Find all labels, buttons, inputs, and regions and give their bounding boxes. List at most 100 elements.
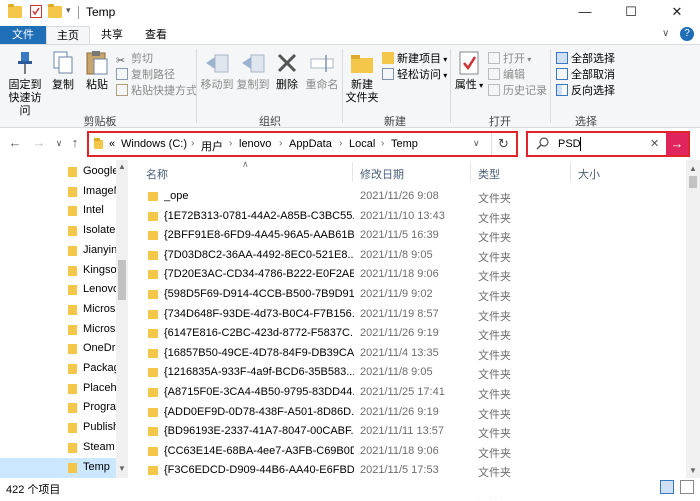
table-row[interactable]: {7D03D8C2-36AA-4492-8EC0-521E8... 2021/11…: [130, 246, 680, 266]
cut-button[interactable]: ✂ 剪切: [116, 51, 153, 67]
breadcrumb-chevron-icon[interactable]: ›: [381, 138, 384, 149]
table-row[interactable]: {CC63E14E-68BA-4ee7-A3FB-C69B0D... 2021/1…: [130, 442, 680, 462]
breadcrumb-users[interactable]: 用户: [201, 138, 223, 154]
properties-button[interactable]: 属性 ▾: [454, 49, 484, 92]
table-row[interactable]: {ADD0EF9D-0D78-438F-A501-8D86D... 2021/11…: [130, 403, 680, 423]
close-button[interactable]: ✕: [654, 0, 700, 26]
tab-view[interactable]: 查看: [134, 26, 178, 44]
select-none-button[interactable]: 全部取消: [556, 67, 615, 83]
nav-item[interactable]: Intel: [83, 204, 117, 216]
nav-item[interactable]: Packag: [83, 362, 117, 374]
new-item-button[interactable]: 新建项目 ▾: [382, 51, 447, 67]
search-go-button[interactable]: →: [666, 133, 688, 155]
table-row[interactable]: {BD96193E-2337-41A7-8047-00CABF... 2021/1…: [130, 422, 680, 442]
easy-access-button[interactable]: 轻松访问 ▾: [382, 67, 447, 83]
nav-item[interactable]: Isolate: [83, 224, 117, 236]
paste-shortcut-button[interactable]: 粘贴快捷方式: [116, 83, 197, 99]
history-button[interactable]: 历史记录: [488, 83, 547, 99]
maximize-button[interactable]: ☐: [608, 0, 654, 26]
column-separator[interactable]: [352, 162, 353, 182]
address-bar[interactable]: « Windows (C:) › 用户 › lenovo › AppData ›…: [87, 131, 518, 157]
back-button[interactable]: ←: [6, 134, 24, 152]
search-input[interactable]: PSD: [558, 138, 581, 150]
search-box[interactable]: PSD ✕ →: [526, 131, 690, 157]
table-row[interactable]: {6147E816-C2BC-423d-8772-F5837C... 2021/1…: [130, 324, 680, 344]
nav-item[interactable]: Steam: [83, 441, 117, 453]
tab-share[interactable]: 共享: [90, 26, 134, 44]
nav-item[interactable]: Publish: [83, 421, 117, 433]
new-folder-button[interactable]: 新建 文件夹: [344, 49, 380, 105]
paste-button[interactable]: 粘贴: [82, 49, 112, 92]
nav-item[interactable]: OneDri: [83, 342, 117, 354]
pin-quick-access-button[interactable]: 固定到 快速访问: [4, 49, 46, 118]
breadcrumb-chevron-icon[interactable]: ›: [339, 138, 342, 149]
edit-button[interactable]: 编辑: [488, 67, 525, 83]
breadcrumb-windows-c[interactable]: Windows (C:): [121, 138, 187, 150]
breadcrumb-lenovo[interactable]: lenovo: [239, 138, 271, 150]
column-header-modified[interactable]: 修改日期: [360, 166, 404, 182]
column-header-size[interactable]: 大小: [578, 166, 600, 182]
scroll-up-icon[interactable]: ▲: [118, 162, 126, 171]
rename-button[interactable]: 重命名: [304, 49, 340, 92]
file-list-scroll-thumb[interactable]: [689, 176, 697, 188]
file-list-scrollbar[interactable]: ▲ ▼: [686, 160, 700, 478]
scroll-up-icon[interactable]: ▲: [689, 164, 697, 173]
minimize-button[interactable]: —: [562, 0, 608, 26]
nav-item[interactable]: Lenovo: [83, 283, 117, 295]
copy-to-button[interactable]: 复制到: [236, 49, 270, 92]
refresh-icon[interactable]: ↻: [498, 136, 509, 152]
breadcrumb-chevron-icon[interactable]: ›: [279, 138, 282, 149]
scroll-down-icon[interactable]: ▼: [689, 466, 697, 475]
table-row[interactable]: _ope 2021/11/26 9:08 文件夹: [130, 187, 680, 207]
nav-item[interactable]: Kingso: [83, 264, 117, 276]
properties-quick-icon[interactable]: [30, 5, 42, 18]
select-all-button[interactable]: 全部选择: [556, 51, 615, 67]
copy-button[interactable]: 复制: [48, 49, 78, 92]
open-button[interactable]: 打开 ▾: [488, 51, 531, 67]
column-header-name[interactable]: 名称: [146, 166, 168, 182]
search-clear-button[interactable]: ✕: [650, 137, 659, 150]
table-row[interactable]: {16857B50-49CE-4D78-84F9-DB39CA... 2021/1…: [130, 344, 680, 364]
nav-scroll-thumb[interactable]: [118, 260, 126, 300]
table-row[interactable]: {A8715F0E-3CA4-4B50-9795-83DD44... 2021/1…: [130, 383, 680, 403]
column-separator[interactable]: [470, 162, 471, 182]
breadcrumb-chevron-icon[interactable]: ›: [191, 138, 194, 149]
nav-item[interactable]: ImageN: [83, 185, 117, 197]
nav-item[interactable]: Micros: [83, 323, 117, 335]
collapse-ribbon-icon[interactable]: ∨: [662, 28, 669, 39]
breadcrumb-overflow[interactable]: «: [109, 138, 115, 150]
nav-scrollbar[interactable]: ▲ ▼: [116, 160, 128, 478]
large-icons-view-icon[interactable]: [680, 480, 694, 494]
details-view-icon[interactable]: [660, 480, 674, 494]
nav-item[interactable]: Placeh: [83, 382, 117, 394]
up-button[interactable]: ↑: [66, 134, 84, 152]
breadcrumb-appdata[interactable]: AppData: [289, 138, 332, 150]
breadcrumb-chevron-icon[interactable]: ›: [229, 138, 232, 149]
table-row[interactable]: {734D648F-93DE-4d73-B0C4-F7B156... 2021/1…: [130, 305, 680, 325]
scroll-down-icon[interactable]: ▼: [118, 464, 126, 473]
quick-access-dropdown-icon[interactable]: ▾: [66, 5, 71, 16]
tab-file[interactable]: 文件: [0, 26, 46, 44]
delete-button[interactable]: 删除: [272, 49, 302, 92]
table-row[interactable]: {1E72B313-0781-44A2-A85B-C3BC55... 2021/1…: [130, 207, 680, 227]
nav-item[interactable]: Jianyin: [83, 244, 117, 256]
breadcrumb-temp[interactable]: Temp: [391, 138, 418, 150]
table-row[interactable]: {7D20E3AC-CD34-4786-B222-E0F2AE... 2021/1…: [130, 265, 680, 285]
table-row[interactable]: {1216835A-933F-4a9f-BCD6-35B583... 2021/1…: [130, 363, 680, 383]
copy-path-button[interactable]: 复制路径: [116, 67, 175, 83]
new-folder-quick-icon[interactable]: [48, 4, 62, 18]
help-icon[interactable]: ?: [680, 27, 694, 41]
nav-item[interactable]: Temp: [83, 461, 117, 473]
breadcrumb-local[interactable]: Local: [349, 138, 375, 150]
invert-selection-button[interactable]: 反向选择: [556, 83, 615, 99]
move-to-button[interactable]: 移动到: [200, 49, 234, 92]
tab-home[interactable]: 主页: [46, 26, 90, 44]
column-header-type[interactable]: 类型: [478, 166, 500, 182]
nav-item[interactable]: Micros: [83, 303, 117, 315]
table-row[interactable]: {2BFF91E8-6FD9-4A45-96A5-AAB61B... 2021/1…: [130, 226, 680, 246]
column-separator[interactable]: [570, 162, 571, 182]
table-row[interactable]: {598D5F69-D914-4CCB-B500-7B9D91... 2021/1…: [130, 285, 680, 305]
forward-button[interactable]: →: [30, 134, 48, 152]
nav-item[interactable]: Progra: [83, 401, 117, 413]
address-dropdown-icon[interactable]: ∨: [473, 138, 480, 149]
